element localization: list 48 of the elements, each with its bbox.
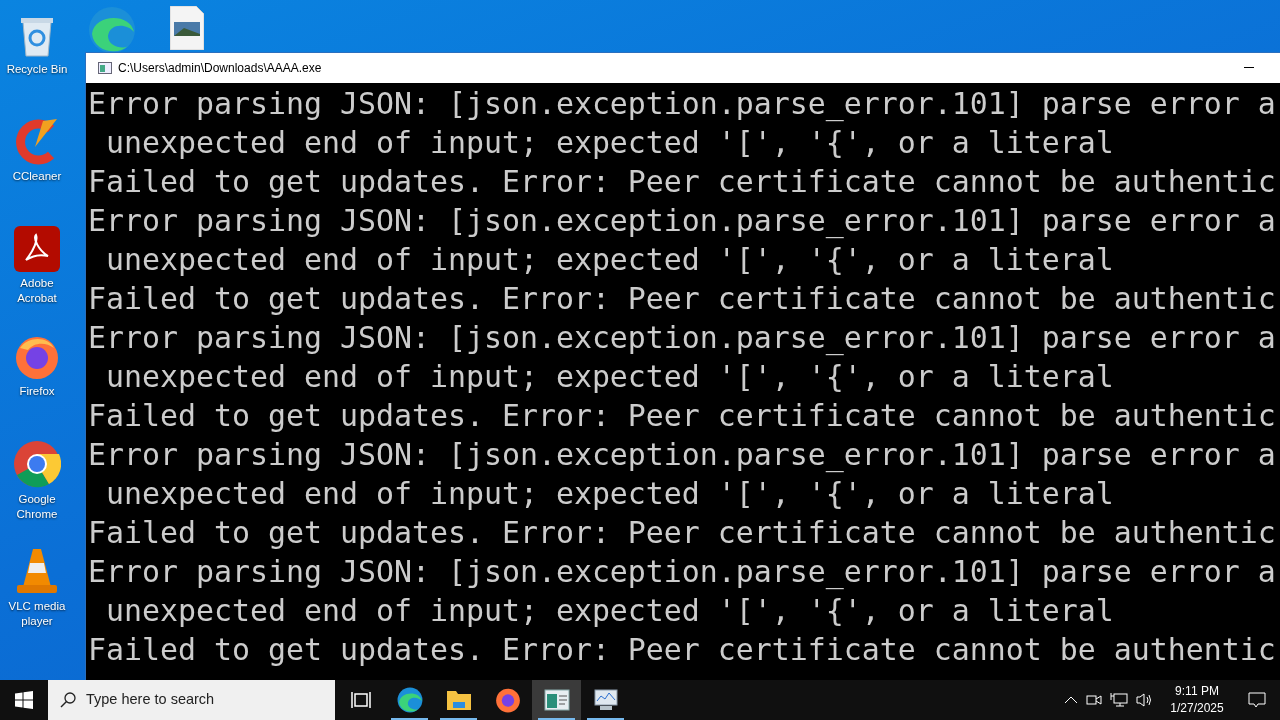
task-view-icon bbox=[350, 690, 371, 710]
console-line: Error parsing JSON: [json.exception.parse_error.101] parse error a bbox=[88, 319, 1276, 357]
console-line: Failed to get updates. Error: Peer certificate cannot be authentic bbox=[88, 397, 1276, 435]
chrome-icon bbox=[13, 440, 61, 488]
image-file-icon bbox=[170, 6, 204, 50]
date-text: 1/27/2025 bbox=[1170, 700, 1224, 717]
console-line: Error parsing JSON: [json.exception.parse_error.101] parse error a bbox=[88, 553, 1276, 591]
desktop-icon-label[interactable]: Recycle Bin bbox=[2, 62, 72, 77]
console-line: Error parsing JSON: [json.exception.parse_error.101] parse error a bbox=[88, 436, 1276, 474]
desktop-icon-label[interactable]: CCleaner bbox=[2, 169, 72, 184]
edge-icon bbox=[396, 687, 423, 713]
taskbar-app-button[interactable] bbox=[532, 680, 581, 720]
console-line: Failed to get updates. Error: Peer certificate cannot be authentic bbox=[88, 514, 1276, 552]
search-icon bbox=[60, 692, 76, 708]
console-window-icon bbox=[543, 689, 570, 711]
console-line: Failed to get updates. Error: Peer certificate cannot be authentic bbox=[88, 631, 1276, 669]
console-window-icon bbox=[98, 62, 112, 74]
desktop-icon-label[interactable]: Adobe Acrobat bbox=[2, 276, 72, 306]
windows-logo-icon bbox=[15, 691, 33, 709]
network-icon[interactable] bbox=[1110, 692, 1128, 708]
console-line: unexpected end of input; expected '[', '{', or a literal bbox=[105, 592, 1114, 630]
desktop-icon-label[interactable]: Firefox bbox=[2, 384, 72, 399]
chevron-up-icon[interactable] bbox=[1064, 696, 1078, 704]
traffic-cone-icon bbox=[15, 547, 59, 595]
console-line: unexpected end of input; expected '[', '{', or a literal bbox=[105, 475, 1114, 513]
firefox-icon bbox=[494, 687, 521, 713]
notification-icon bbox=[1248, 692, 1266, 708]
console-line: Error parsing JSON: [json.exception.parse_error.101] parse error a bbox=[88, 85, 1276, 123]
minimize-icon bbox=[1244, 67, 1254, 69]
console-line: unexpected end of input; expected '[', '{', or a literal bbox=[105, 241, 1114, 279]
pdf-icon bbox=[14, 226, 60, 272]
console-line: Error parsing JSON: [json.exception.parse_error.101] parse error a bbox=[88, 202, 1276, 240]
desktop-icon-label[interactable]: Google Chrome bbox=[2, 492, 72, 522]
folder-icon bbox=[445, 688, 472, 712]
console-line: Failed to get updates. Error: Peer certificate cannot be authentic bbox=[88, 163, 1276, 201]
console-line: Failed to get updates. Error: Peer certificate cannot be authentic bbox=[88, 280, 1276, 318]
monitor-chart-icon bbox=[591, 688, 620, 712]
firefox-icon bbox=[14, 334, 60, 380]
search-field[interactable]: Type here to search bbox=[48, 680, 335, 720]
desktop-icon-label[interactable]: VLC media player bbox=[2, 599, 72, 629]
console-line: unexpected end of input; expected '[', '{', or a literal bbox=[105, 358, 1114, 396]
volume-icon[interactable] bbox=[1136, 692, 1154, 708]
camera-icon[interactable] bbox=[1086, 692, 1102, 708]
console-line: unexpected end of input; expected '[', '{', or a literal bbox=[105, 124, 1114, 162]
time-text: 9:11 PM bbox=[1175, 683, 1219, 700]
clock[interactable]: 9:11 PM 1/27/2025 bbox=[1160, 683, 1234, 717]
edge-icon bbox=[88, 6, 136, 54]
window-title: C:\Users\admin\Downloads\AAAA.exe bbox=[118, 60, 322, 77]
